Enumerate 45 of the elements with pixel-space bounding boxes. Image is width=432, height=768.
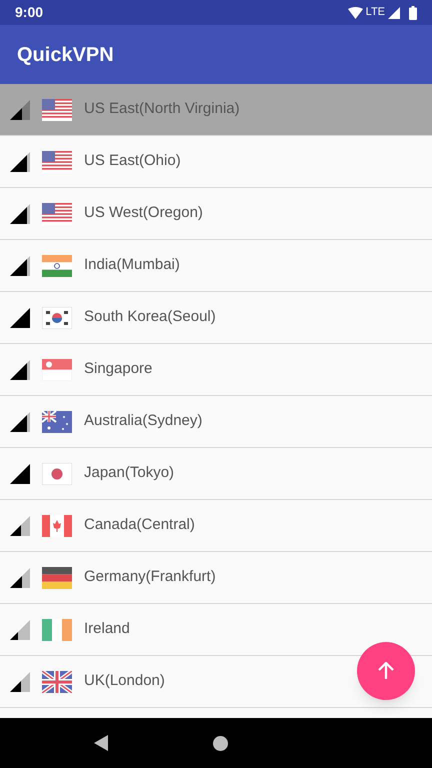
flag-icon: [42, 670, 72, 692]
cell-signal-icon: [388, 6, 400, 18]
signal-strength-icon: [10, 412, 30, 432]
server-name: Germany(Frankfurt): [84, 567, 216, 588]
server-name: US East(North Virginia): [84, 99, 240, 120]
server-name: US East(Ohio): [84, 151, 181, 172]
signal-strength-icon: [10, 672, 30, 692]
flag-icon: [42, 566, 72, 588]
signal-strength-icon: [10, 256, 30, 276]
flag-icon: [42, 150, 72, 172]
status-time: 9:00: [15, 3, 44, 22]
server-name: UK(London): [84, 671, 165, 692]
home-icon[interactable]: [213, 736, 228, 750]
signal-strength-icon: [10, 516, 30, 536]
server-name: Ireland: [84, 619, 130, 640]
flag-icon: [42, 306, 72, 328]
server-name: Japan(Tokyo): [84, 463, 174, 484]
app-title: QuickVPN: [17, 42, 114, 68]
arrow-up-icon: [377, 662, 395, 680]
flag-icon: [42, 514, 72, 536]
signal-strength-icon: [10, 620, 30, 640]
flag-icon: [42, 618, 72, 640]
signal-strength-icon: [10, 100, 30, 120]
server-name: Canada(Central): [84, 515, 195, 536]
signal-strength-icon: [10, 464, 30, 484]
signal-strength-icon: [10, 568, 30, 588]
back-icon[interactable]: [94, 735, 108, 751]
server-name: Australia(Sydney): [84, 411, 202, 432]
network-label: LTE: [366, 5, 385, 20]
battery-icon: [409, 6, 417, 20]
wifi-icon: [348, 6, 363, 18]
flag-icon: [42, 254, 72, 276]
signal-strength-icon: [10, 204, 30, 224]
server-name: India(Mumbai): [84, 255, 180, 276]
server-name: Singapore: [84, 359, 152, 380]
signal-strength-icon: [10, 360, 30, 380]
signal-strength-icon: [10, 308, 30, 328]
flag-icon: [42, 462, 72, 484]
server-name: US West(Oregon): [84, 203, 203, 224]
flag-icon: [42, 98, 72, 120]
flag-icon: [42, 202, 72, 224]
signal-strength-icon: [10, 152, 30, 172]
flag-icon: [42, 410, 72, 432]
flag-icon: [42, 358, 72, 380]
server-name: South Korea(Seoul): [84, 307, 216, 328]
